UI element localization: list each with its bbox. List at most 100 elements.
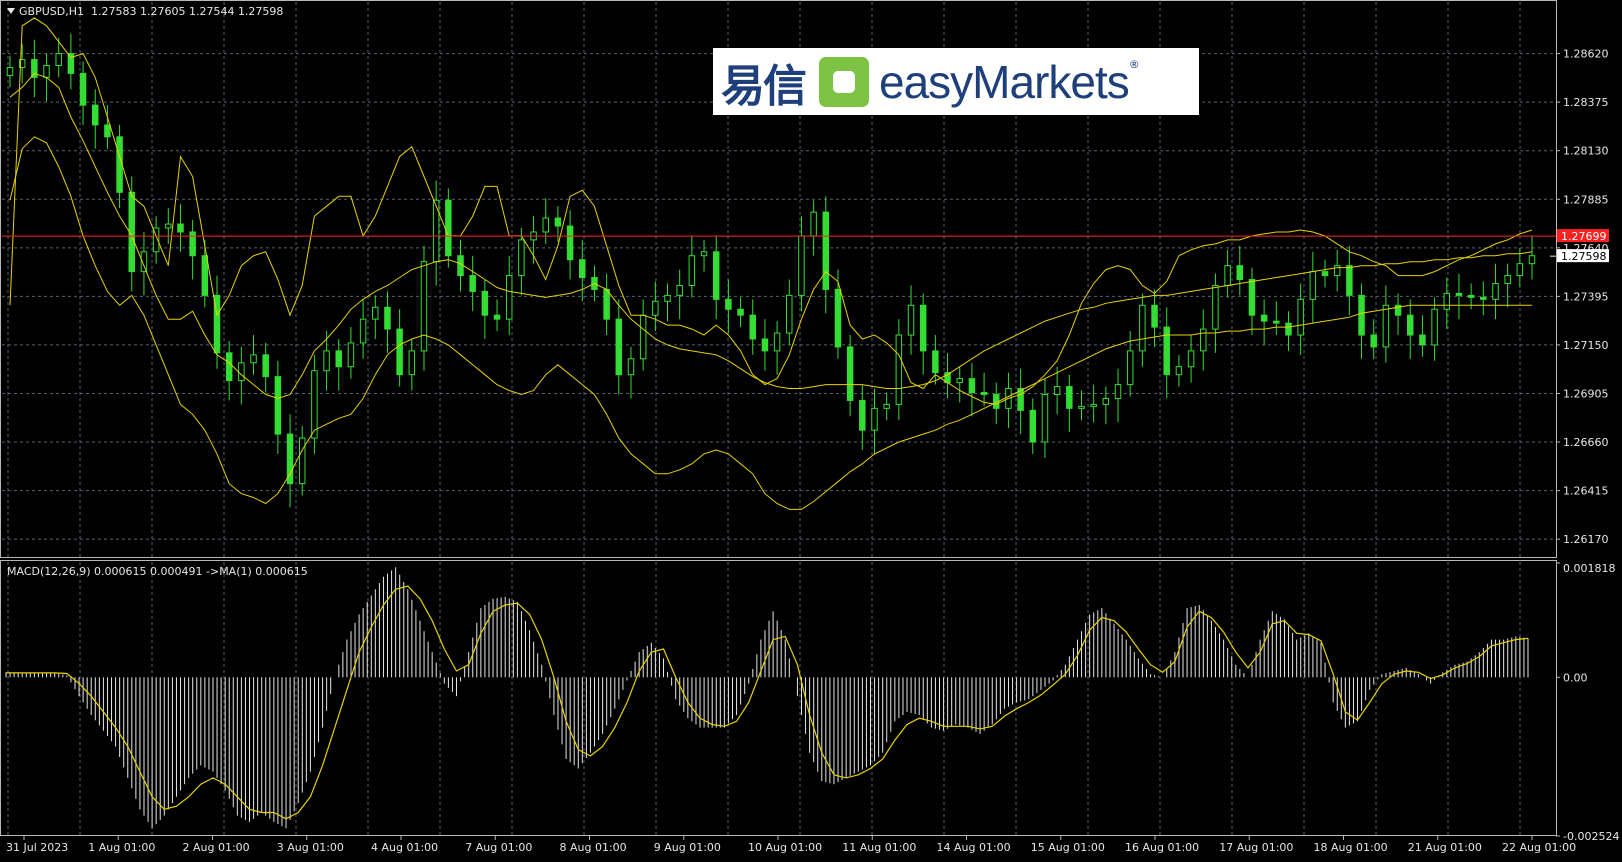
candle-body [481, 290, 489, 316]
candle-body [1114, 384, 1122, 399]
candle-body [1346, 265, 1353, 296]
candle-body [311, 370, 318, 439]
candle-body [603, 288, 610, 320]
candle-body [359, 318, 367, 344]
logo-mark-icon [819, 56, 869, 107]
candle-body [1053, 386, 1061, 395]
candle-body [615, 318, 623, 376]
y-tick-label: 1.28130 [1563, 145, 1609, 158]
candle-body [1187, 350, 1195, 368]
x-tick-label: 22 Aug 01:00 [1502, 841, 1576, 854]
candle-body [1309, 271, 1317, 300]
candle-body [1212, 284, 1219, 330]
candle-body [323, 350, 330, 372]
candle-body [1139, 304, 1146, 352]
candle-body [1224, 265, 1231, 286]
current-price-label: 1.27598 [1561, 250, 1607, 263]
candle-body [432, 199, 440, 263]
candle-body [31, 59, 38, 78]
candle-body [250, 354, 257, 364]
candle-body [493, 314, 501, 320]
candle-body [347, 342, 355, 368]
candle-body [1370, 334, 1377, 348]
candle-body [1102, 397, 1110, 405]
candle-body [773, 332, 781, 352]
candle-body [846, 346, 854, 401]
y-tick-label: 1.27150 [1563, 339, 1609, 352]
candle-body [1151, 304, 1158, 328]
macd-info: MACD(12,26,9) 0.000615 0.000491 ->MA(1) … [7, 565, 308, 578]
candle-body [1248, 279, 1256, 316]
candle-body [1285, 322, 1292, 336]
candle-body [189, 231, 196, 257]
y-tick-label: 1.26170 [1563, 533, 1609, 546]
x-tick-label: 11 Aug 01:00 [842, 841, 916, 854]
candle-body [652, 300, 659, 316]
macd-histogram [5, 567, 1529, 829]
candle-body [55, 53, 62, 66]
dropdown-triangle-icon[interactable] [7, 8, 15, 14]
x-tick-label: 14 Aug 01:00 [937, 841, 1011, 854]
candle-body [1419, 334, 1426, 346]
symbol-name: GBPUSD,H1 [19, 5, 84, 18]
candle-body [238, 362, 245, 382]
macd-pane-border [0, 560, 1557, 836]
candle-body [177, 223, 184, 233]
x-tick-label: 15 Aug 01:00 [1031, 841, 1105, 854]
x-tick-label: 4 Aug 01:00 [371, 841, 438, 854]
candle-body [749, 314, 756, 340]
x-tick-label: 2 Aug 01:00 [183, 841, 250, 854]
candle-body [420, 261, 428, 352]
candle-body [1066, 386, 1073, 409]
candle-body [786, 294, 793, 334]
candle-body [627, 358, 635, 376]
candle-body [859, 399, 866, 431]
candle-body [737, 308, 744, 316]
x-tick-label: 10 Aug 01:00 [748, 841, 822, 854]
candle-body [1321, 271, 1329, 277]
candle-body [968, 378, 976, 393]
candle-body [834, 288, 842, 348]
candle-body [725, 298, 732, 310]
y-tick-label: 1.26415 [1563, 485, 1609, 498]
candle-body [907, 304, 915, 336]
candle-body [542, 217, 549, 233]
x-tick-label: 8 Aug 01:00 [560, 841, 627, 854]
chart-canvas[interactable]: 1.286201.283751.281301.278851.276401.273… [0, 0, 1622, 862]
x-tick-label: 21 Aug 01:00 [1408, 841, 1482, 854]
candle-body [335, 350, 342, 368]
candle-body [980, 391, 988, 395]
x-tick-label: 17 Aug 01:00 [1219, 841, 1293, 854]
candle-body [1126, 350, 1134, 386]
candle-body [1492, 282, 1499, 300]
candle-body [165, 223, 172, 229]
candle-body [932, 350, 939, 374]
candle-body [274, 376, 282, 435]
logo-english-text: easyMarkets [879, 55, 1130, 108]
candle-body [871, 407, 878, 431]
x-tick-label: 18 Aug 01:00 [1314, 841, 1388, 854]
logo-chinese-text: 易信 [721, 60, 807, 112]
y-tick-label: 1.27395 [1563, 290, 1609, 303]
candle-body [518, 239, 525, 277]
candle-body [554, 217, 562, 227]
candle-body [810, 211, 817, 237]
candle-body [1528, 255, 1536, 265]
candle-body [1431, 308, 1438, 346]
macd-y-tick-label: 0.00 [1563, 671, 1588, 684]
chart-window[interactable]: 1.28620 1.28375 1.28130 1.27885 1.27640 1.273… [0, 0, 1622, 862]
candle-body [79, 72, 87, 106]
candle-body [1200, 328, 1207, 352]
candle-body [1407, 314, 1414, 336]
candle-body [1163, 326, 1170, 376]
candle-body [505, 275, 513, 320]
candle-body [761, 338, 769, 352]
candle-body [1480, 296, 1487, 300]
candle-body [1273, 320, 1280, 324]
candle-body [639, 314, 647, 360]
candle-body [1029, 409, 1037, 443]
y-tick-label: 1.26660 [1563, 436, 1609, 449]
candle-body [688, 255, 696, 286]
logo-registered-mark: ® [1128, 58, 1140, 71]
candle-body [1455, 292, 1463, 296]
